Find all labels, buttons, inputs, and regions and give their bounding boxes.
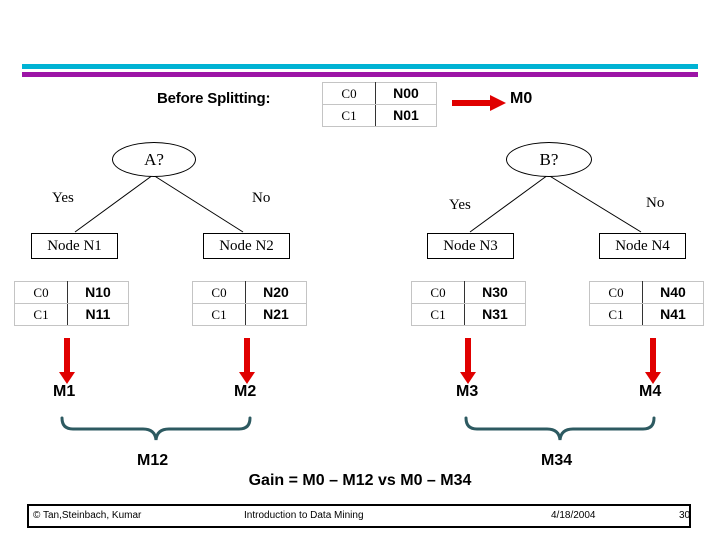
table-row: C1 N41	[589, 303, 704, 326]
node-n3-box[interactable]: Node N3	[427, 233, 514, 259]
table-row: C1 N01	[322, 104, 437, 127]
footer-page-number: 30	[679, 510, 691, 521]
footer-title: Introduction to Data Mining	[244, 510, 364, 521]
table-row: C0 N30	[411, 281, 526, 304]
n3-row1-label: C1	[411, 303, 465, 326]
leaf-table-n2: C0 N20 C1 N21	[192, 281, 307, 326]
decision-node-a-label: A?	[144, 150, 164, 169]
node-n2-label: Node N2	[219, 238, 274, 254]
node-n2-box[interactable]: Node N2	[203, 233, 290, 259]
n4-row1-value: N41	[642, 303, 704, 326]
node-n3-label: Node N3	[443, 238, 498, 254]
header-rule-purple	[22, 72, 698, 77]
gain-formula: Gain = M0 – M12 vs M0 – M34	[248, 472, 472, 489]
arrow-down-icon-m3	[459, 338, 479, 386]
table-row: C1 N11	[14, 303, 129, 326]
metric-m2-label: M2	[234, 383, 257, 400]
root-row0-value: N00	[375, 82, 437, 105]
n4-row1-label: C1	[589, 303, 643, 326]
branch-label-b-no: No	[646, 195, 665, 211]
footer-copyright: © Tan,Steinbach, Kumar	[33, 510, 142, 521]
metric-m0-label: M0	[510, 90, 533, 107]
n2-row1-value: N21	[245, 303, 307, 326]
leaf-table-n1: C0 N10 C1 N11	[14, 281, 129, 326]
n2-row0-label: C0	[192, 281, 246, 304]
node-n1-label: Node N1	[47, 238, 102, 254]
table-row: C0 N10	[14, 281, 129, 304]
n4-row0-value: N40	[642, 281, 704, 304]
root-row0-label: C0	[322, 82, 376, 105]
node-n4-label: Node N4	[615, 238, 670, 254]
branch-label-a-no: No	[252, 190, 271, 206]
n1-row0-label: C0	[14, 281, 68, 304]
table-row: C1 N31	[411, 303, 526, 326]
decision-node-b-label: B?	[539, 150, 559, 169]
n2-row0-value: N20	[245, 281, 307, 304]
slide-canvas: Before Splitting: C0 N00 C1 N01 M0 A? Ye…	[0, 0, 720, 540]
footer-date: 4/18/2004	[551, 510, 596, 521]
root-row1-value: N01	[375, 104, 437, 127]
table-row: C1 N21	[192, 303, 307, 326]
n3-row0-label: C0	[411, 281, 465, 304]
n2-row1-label: C1	[192, 303, 246, 326]
metric-m3-label: M3	[456, 383, 479, 400]
metric-m1-label: M1	[53, 383, 76, 400]
decision-node-a[interactable]: A?	[112, 142, 196, 177]
header-rule-cyan	[22, 64, 698, 69]
arrow-down-icon-m1	[58, 338, 78, 386]
branch-label-b-yes: Yes	[449, 197, 471, 213]
n1-row1-label: C1	[14, 303, 68, 326]
before-splitting-label: Before Splitting:	[157, 90, 271, 107]
footer-bar: © Tan,Steinbach, Kumar Introduction to D…	[27, 504, 691, 528]
arrow-down-icon-m4	[644, 338, 664, 386]
n3-row1-value: N31	[464, 303, 526, 326]
metric-m4-label: M4	[639, 383, 662, 400]
leaf-table-n4: C0 N40 C1 N41	[589, 281, 704, 326]
node-n1-box[interactable]: Node N1	[31, 233, 118, 259]
metric-m12-label: M12	[137, 452, 169, 469]
arrow-right-icon	[452, 93, 508, 113]
root-row1-label: C1	[322, 104, 376, 127]
table-row: C0 N00	[322, 82, 437, 105]
leaf-table-n3: C0 N30 C1 N31	[411, 281, 526, 326]
n1-row0-value: N10	[67, 281, 129, 304]
root-count-table: C0 N00 C1 N01	[322, 82, 437, 127]
tree-connectors	[60, 174, 656, 441]
table-row: C0 N40	[589, 281, 704, 304]
n3-row0-value: N30	[464, 281, 526, 304]
metric-m34-label: M34	[541, 452, 573, 469]
n4-row0-label: C0	[589, 281, 643, 304]
node-n4-box[interactable]: Node N4	[599, 233, 686, 259]
table-row: C0 N20	[192, 281, 307, 304]
decision-node-b[interactable]: B?	[506, 142, 592, 177]
arrow-down-icon-m2	[238, 338, 258, 386]
branch-label-a-yes: Yes	[52, 190, 74, 206]
n1-row1-value: N11	[67, 303, 129, 326]
